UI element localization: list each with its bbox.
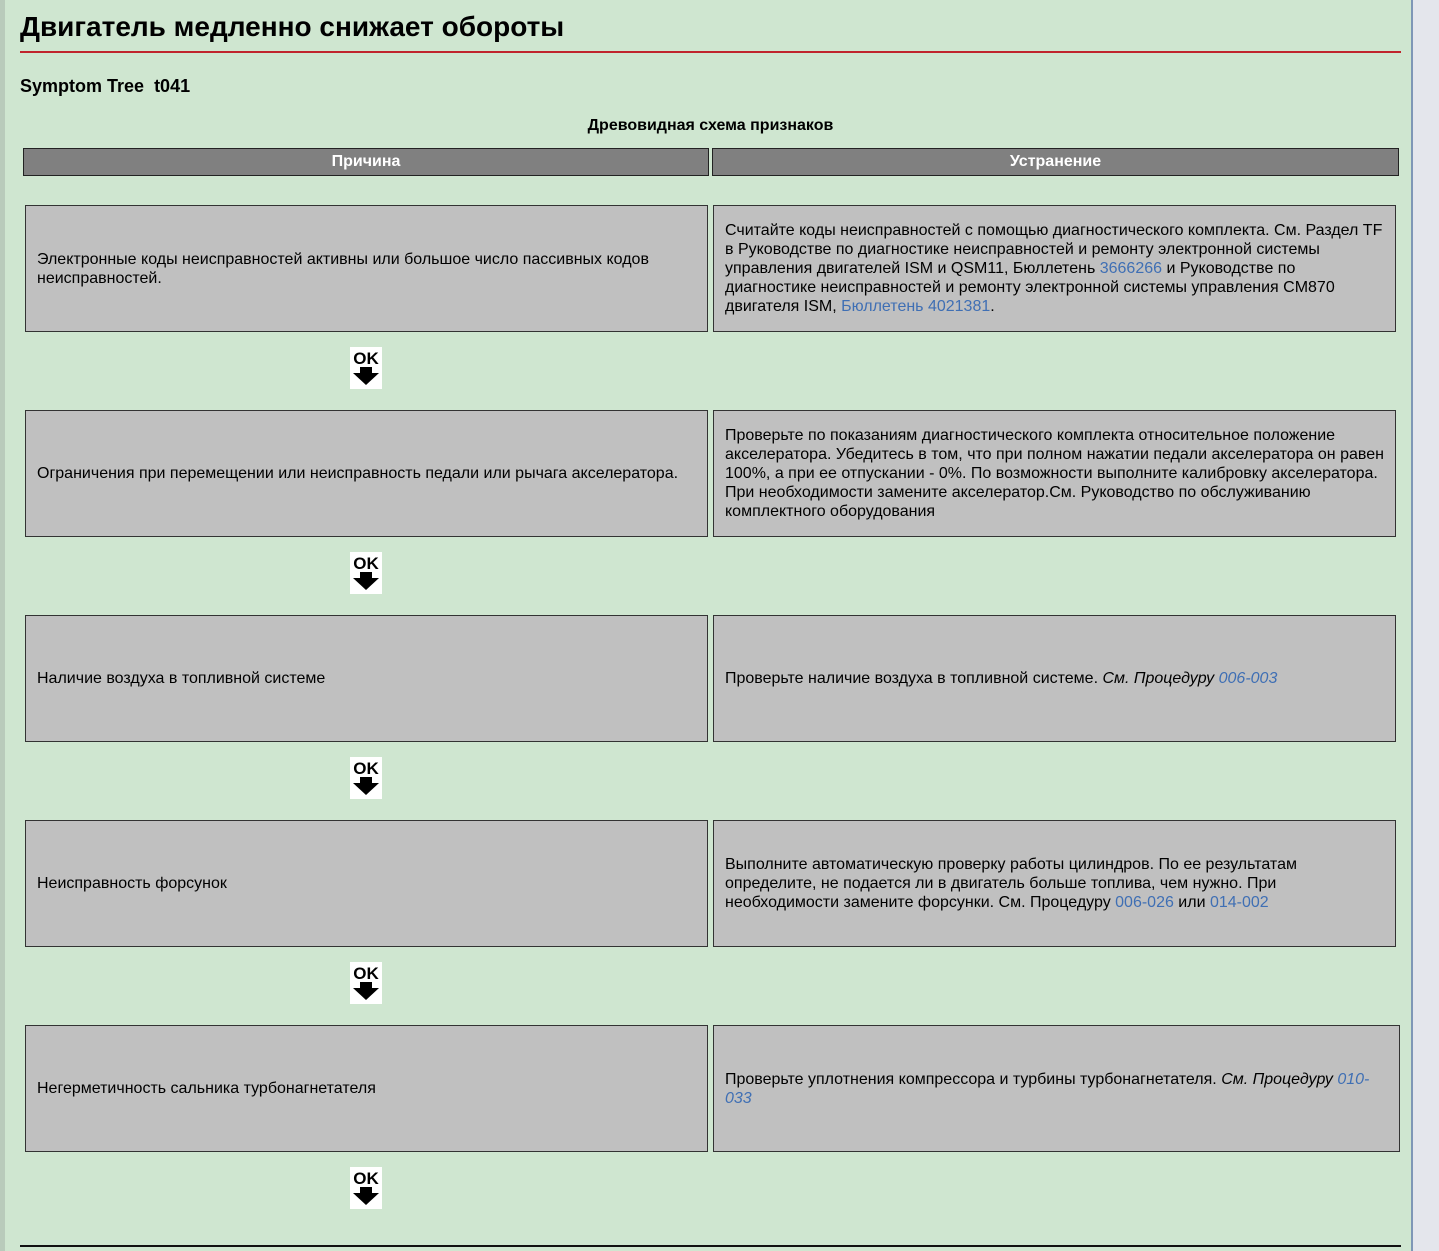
tree-title: Древовидная схема признаков: [587, 117, 834, 134]
fix-cell: Проверьте уплотнения компрессора и турби…: [713, 1025, 1400, 1152]
fix-cell: Считайте коды неисправностей с помощью д…: [713, 205, 1396, 332]
fix-text-part: Проверьте наличие воздуха в топливной си…: [725, 670, 1103, 687]
ok-label: OK: [353, 964, 379, 983]
fix-text: Считайте коды неисправностей с помощью д…: [725, 221, 1384, 316]
ok-label: OK: [353, 759, 379, 778]
symptom-tree-code: t041: [154, 76, 191, 96]
procedure-link[interactable]: 006-003: [1219, 670, 1278, 687]
cause-cell: Ограничения при перемещении или неисправ…: [25, 410, 708, 537]
cause-text: Ограничения при перемещении или неисправ…: [37, 465, 679, 482]
procedure-link[interactable]: 006-026: [1115, 894, 1174, 911]
fix-text-part: Проверьте уплотнения компрессора и турби…: [725, 1070, 1222, 1088]
scrollbar[interactable]: [1411, 0, 1439, 1251]
fix-text: Проверьте по показаниям диагностического…: [725, 427, 1384, 520]
fix-text: Проверьте наличие воздуха в топливной си…: [725, 669, 1277, 688]
header-fix: Устранение: [712, 148, 1399, 176]
fix-cell: Проверьте наличие воздуха в топливной си…: [713, 615, 1396, 742]
ok-label: OK: [353, 349, 379, 368]
cause-text: Наличие воздуха в топливной системе: [37, 670, 326, 687]
cause-cell: Негерметичность сальника турбонагнетател…: [25, 1025, 708, 1152]
cause-cell: Наличие воздуха в топливной системе: [25, 615, 708, 742]
page-title: Двигатель медленно снижает обороты: [20, 11, 565, 42]
cause-text: Электронные коды неисправностей активны …: [37, 250, 649, 287]
window-frame-left: [0, 0, 5, 1251]
ok-arrow-icon: OK: [350, 757, 382, 799]
procedure-ref-label: См. Процедуру: [1221, 1070, 1333, 1088]
document-page: Двигатель медленно снижает обороты Sympt…: [20, 0, 1401, 1209]
cause-text: Негерметичность сальника турбонагнетател…: [37, 1080, 376, 1097]
fix-text-part: .: [990, 298, 995, 315]
ok-arrow-icon: OK: [350, 347, 382, 389]
ok-label: OK: [353, 1169, 379, 1188]
fix-text: Проверьте уплотнения компрессора и турби…: [725, 1070, 1388, 1108]
symptom-tree-heading: Symptom Tree t041: [20, 75, 1401, 97]
fix-cell: Выполните автоматическую проверку работы…: [713, 820, 1396, 947]
bulletin-link[interactable]: 3666266: [1100, 260, 1162, 277]
ok-arrow-icon: OK: [350, 1167, 382, 1209]
ok-arrow-icon: OK: [350, 552, 382, 594]
fix-text: Выполните автоматическую проверку работы…: [725, 855, 1384, 912]
bottom-divider: [20, 1245, 1401, 1247]
ok-label: OK: [353, 554, 379, 573]
header-cause: Причина: [23, 148, 709, 176]
symptom-tree-label: Symptom Tree: [20, 76, 145, 96]
title-divider: [20, 51, 1401, 53]
bulletin-link[interactable]: Бюллетень 4021381: [841, 298, 990, 315]
cause-cell: Неисправность форсунок: [25, 820, 708, 947]
ok-arrow-icon: OK: [350, 962, 382, 1004]
fix-cell: Проверьте по показаниям диагностического…: [713, 410, 1396, 537]
procedure-ref-label: См. Процедуру: [1102, 670, 1215, 687]
procedure-link[interactable]: 014-002: [1210, 894, 1269, 911]
fix-text-part: или: [1173, 894, 1210, 911]
table-header: Причина Устранение: [23, 148, 1399, 176]
cause-cell: Электронные коды неисправностей активны …: [25, 205, 708, 332]
cause-text: Неисправность форсунок: [37, 875, 227, 892]
